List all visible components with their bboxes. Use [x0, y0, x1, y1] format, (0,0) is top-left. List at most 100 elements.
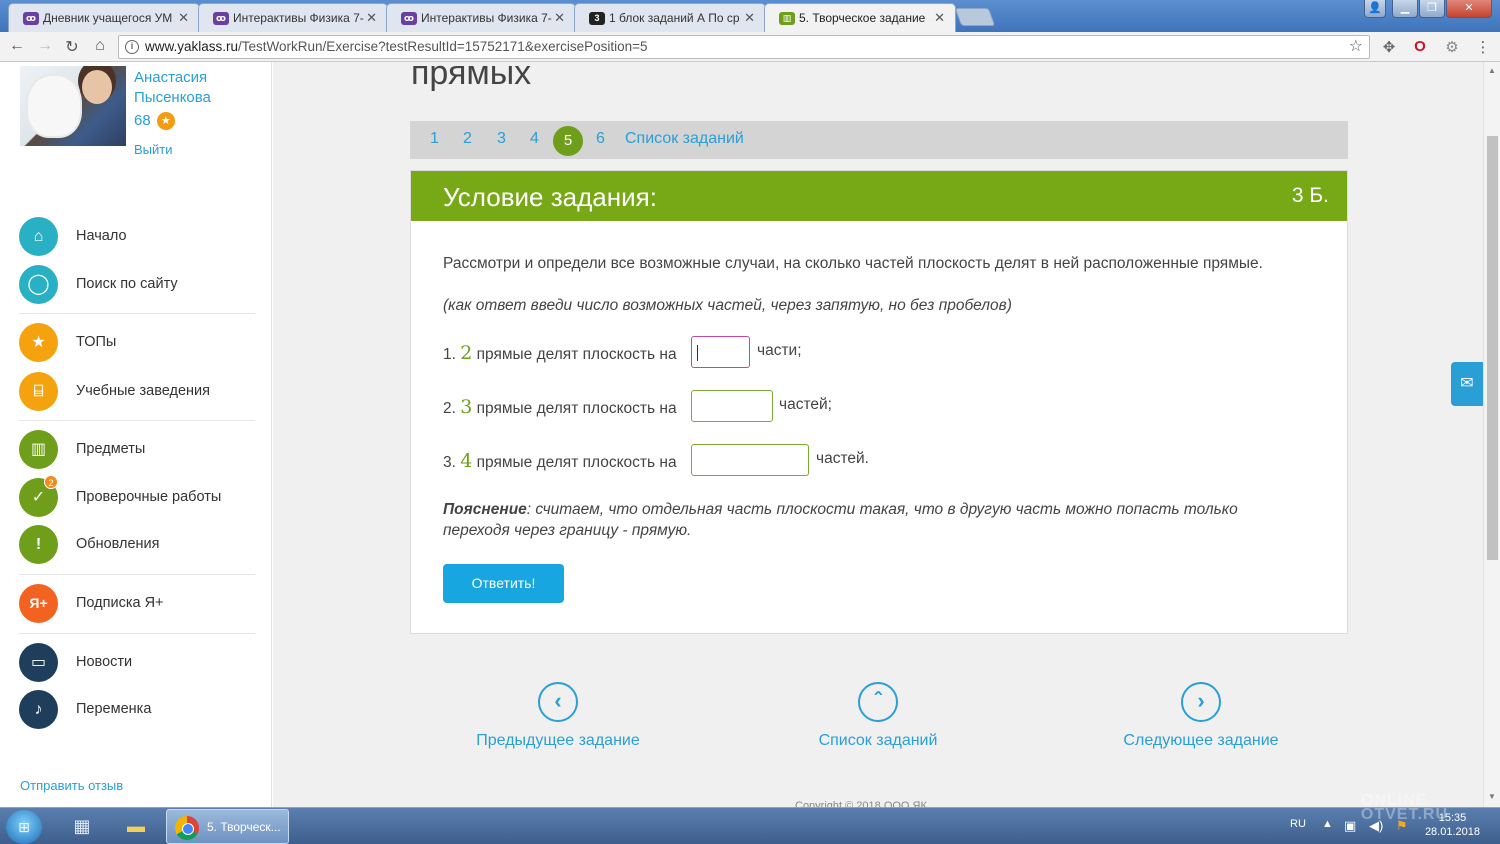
answer-input-2[interactable] [691, 390, 773, 422]
start-button[interactable]: ⊞ [6, 810, 42, 844]
pager-item-3[interactable]: 3 [497, 130, 506, 148]
pager-task-list-link[interactable]: Список заданий [625, 130, 744, 148]
prev-task-label: Предыдущее задание [476, 732, 640, 749]
close-tab-icon[interactable]: ✕ [178, 10, 189, 26]
exercise-pager: 1 2 3 4 5 6 Список заданий [410, 121, 1348, 159]
pager-item-6[interactable]: 6 [596, 130, 605, 148]
chevron-up-icon: ˆ [858, 682, 898, 722]
task-explanation: Пояснение: считаем, что отдельная часть … [443, 499, 1303, 541]
sidebar-item-news[interactable]: ▭ Новости [19, 643, 259, 683]
system-clock[interactable]: 15:35 28.01.2018 [1425, 811, 1480, 839]
next-task-link[interactable]: › Следующее задание [1116, 682, 1286, 750]
close-tab-icon[interactable]: ✕ [366, 10, 377, 26]
logout-link[interactable]: Выйти [134, 142, 173, 157]
pager-item-4[interactable]: 4 [530, 130, 539, 148]
sidebar-item-subjects[interactable]: ▥ Предметы [19, 430, 259, 470]
answer-row-2-suffix: частей; [779, 396, 832, 413]
info-icon[interactable]: i [125, 40, 139, 54]
pager-item-5-current[interactable]: 5 [553, 126, 583, 156]
bookmark-star-icon[interactable]: ☆ [1349, 36, 1363, 58]
school-icon: ⌸ [19, 372, 58, 411]
sidebar-item-schools[interactable]: ⌸ Учебные заведения [19, 372, 259, 412]
task-list-link[interactable]: ˆ Список заданий [798, 682, 958, 750]
sidebar-item-ya-plus[interactable]: Я+ Подписка Я+ [19, 584, 259, 624]
scroll-up-icon[interactable]: ▲ [1488, 66, 1496, 75]
home-icon[interactable]: ⌂ [90, 37, 110, 55]
sidebar-item-label: Проверочные работы [76, 489, 222, 505]
close-tab-icon[interactable]: ✕ [934, 10, 945, 26]
clock-date: 28.01.2018 [1424, 826, 1480, 838]
browser-tab-5-active[interactable]: ▥ 5. Творческое задание ✕ [764, 3, 956, 32]
answer-row-2: 2. 3 прямые делят плоскость на [443, 396, 677, 418]
extension-badge-icon[interactable]: ⚙ [1443, 38, 1461, 56]
avatar-dog [28, 76, 80, 136]
folder-icon[interactable]: ▬ [118, 811, 154, 841]
avatar-person [82, 70, 112, 104]
browser-tab-2[interactable]: ꝏ Интерактивы Физика 7- ✕ [198, 3, 388, 32]
answer-input-3[interactable] [691, 444, 809, 476]
sidebar-item-label: Начало [76, 228, 127, 244]
user-first-name: Анастасия [134, 69, 208, 86]
sidebar-item-home[interactable]: ⌂ Начало [19, 217, 259, 257]
calculator-icon[interactable]: ▦ [64, 811, 100, 841]
answer-row-3: 3. 4 прямые делят плоскость на [443, 450, 677, 472]
chevron-left-icon: ‹ [538, 682, 578, 722]
browser-tab-1[interactable]: ꝏ Дневник учащегося УМ ✕ [8, 3, 200, 32]
sidebar-item-search[interactable]: ◯ Поиск по сайту [19, 265, 259, 305]
extension-icon[interactable]: ✥ [1380, 38, 1398, 56]
network-icon[interactable]: ▣ [1344, 818, 1356, 834]
taskbar-window-title: 5. Творческ... [207, 820, 281, 834]
scrollbar-thumb[interactable] [1487, 136, 1498, 560]
answer-input-1[interactable] [691, 336, 750, 368]
sidebar-item-tops[interactable]: ★ ТОПы [19, 323, 259, 363]
divider [19, 633, 255, 634]
prev-task-link[interactable]: ‹ Предыдущее задание [463, 682, 653, 750]
divider [19, 574, 255, 575]
avatar[interactable] [20, 66, 126, 146]
sidebar-item-label: Обновления [76, 536, 160, 552]
row-text: прямые делят плоскость на [476, 454, 677, 471]
row-prefix: 2. [443, 400, 456, 417]
browser-tab-3[interactable]: ꝏ Интерактивы Физика 7- ✕ [386, 3, 576, 32]
minimize-icon[interactable]: ▁ [1392, 0, 1418, 18]
address-bar[interactable]: i www.yaklass.ru/TestWorkRun/Exercise?te… [118, 35, 1370, 59]
notification-badge: 2 [44, 475, 58, 489]
sidebar-item-updates[interactable]: ! Обновления [19, 525, 259, 565]
send-feedback-link[interactable]: Отправить отзыв [20, 778, 123, 793]
page-scrollbar[interactable]: ▲ ▼ [1483, 62, 1500, 807]
close-tab-icon[interactable]: ✕ [554, 10, 565, 26]
user-profile-icon[interactable]: 👤 [1364, 0, 1386, 18]
user-name[interactable]: Анастасия Пысенкова [134, 68, 211, 108]
menu-dots-icon[interactable]: ⋮ [1474, 38, 1492, 56]
row-text: прямые делят плоскость на [476, 346, 677, 363]
new-tab-button[interactable] [954, 8, 996, 26]
divider [19, 313, 255, 314]
row-text: прямые делят плоскость на [476, 400, 677, 417]
user-last-name: Пысенкова [134, 89, 211, 106]
answer-row-1: 1. 2 прямые делят плоскость на [443, 342, 677, 364]
task-hint: (как ответ введи число возможных частей,… [443, 297, 1012, 314]
pager-item-2[interactable]: 2 [463, 130, 472, 148]
sidebar-item-tests[interactable]: ✓ 2 Проверочные работы [19, 475, 259, 518]
submit-answer-button[interactable]: Ответить! [443, 564, 564, 603]
close-window-icon[interactable]: ✕ [1446, 0, 1492, 18]
browser-toolbar: ← → ↻ ⌂ i www.yaklass.ru/TestWorkRun/Exe… [0, 32, 1500, 62]
maximize-icon[interactable]: ❐ [1419, 0, 1445, 18]
forward-icon[interactable]: → [35, 37, 55, 55]
taskbar-chrome-window[interactable]: 5. Творческ... [166, 809, 289, 844]
windows-taskbar: ⊞ ▦ ▬ 5. Творческ... RU ▲ ▣ ◀) ⚑ ONLINE … [0, 793, 1500, 844]
mail-feedback-icon[interactable]: ✉ [1451, 362, 1483, 406]
chrome-icon [175, 816, 199, 840]
back-icon[interactable]: ← [7, 37, 27, 55]
sidebar-item-break[interactable]: ♪ Переменка [19, 690, 259, 730]
close-tab-icon[interactable]: ✕ [744, 10, 755, 26]
language-indicator[interactable]: RU [1290, 818, 1306, 830]
opera-icon[interactable]: O [1411, 38, 1429, 55]
browser-tab-4[interactable]: 3 1 блок заданий А По ср ✕ [574, 3, 766, 32]
yaklass-favicon-icon: ꝏ [213, 12, 229, 25]
pager-item-1[interactable]: 1 [430, 130, 439, 148]
user-score[interactable]: 68 ★ [134, 112, 175, 131]
tray-expand-icon[interactable]: ▲ [1322, 818, 1333, 830]
scroll-down-icon[interactable]: ▼ [1488, 792, 1496, 801]
reload-icon[interactable]: ↻ [62, 37, 82, 57]
